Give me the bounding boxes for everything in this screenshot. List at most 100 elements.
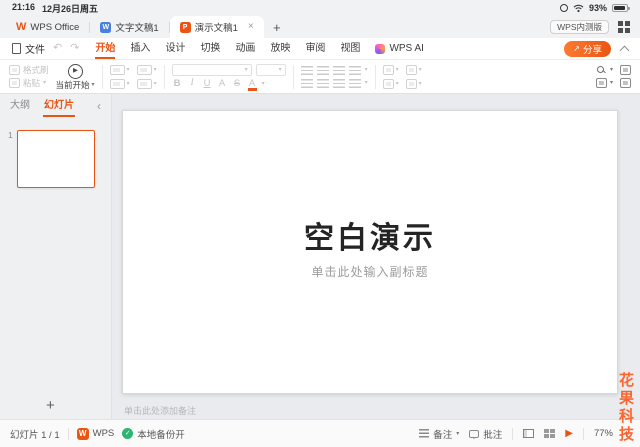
close-tab-icon[interactable]: × [248, 22, 254, 32]
ribbon-tab-design[interactable]: 设计 [165, 38, 185, 59]
format-painter-button[interactable]: 格式刷 [9, 65, 49, 75]
underline-button[interactable]: U [202, 79, 213, 89]
layout-button[interactable]: ▾ [136, 64, 157, 75]
toolbar-divider [101, 64, 103, 89]
wps-cloud-status[interactable]: W WPS [76, 427, 114, 440]
font-size-select[interactable]: ▾ [255, 64, 286, 77]
panel-icon [620, 78, 631, 88]
italic-button[interactable]: I [187, 79, 198, 89]
insert-textbox-button[interactable]: ▾ [382, 64, 399, 75]
caret-down-icon: ▾ [278, 67, 282, 74]
collapse-ribbon-icon[interactable] [619, 45, 630, 55]
caret-down-icon: ▾ [244, 67, 248, 74]
ribbon-tab-animation[interactable]: 动画 [235, 38, 255, 59]
slide-subtitle-placeholder[interactable]: 单击此处输入副标题 [123, 263, 617, 280]
number-list-icon[interactable] [316, 78, 329, 88]
picture-icon [382, 78, 394, 89]
slideshow-play-icon[interactable]: ▶ [565, 428, 573, 439]
font-color-button[interactable]: A [247, 79, 258, 91]
bullet-list-icon[interactable] [300, 78, 313, 88]
collapse-sidebar-icon[interactable]: ‹ [97, 100, 101, 112]
window-tab-bar: W WPS Office W 文字文稿1 P 演示文稿1 × + WPS内测版 [0, 16, 640, 38]
sidebar-tab-outline[interactable]: 大纲 [10, 101, 30, 111]
insert-shape-button[interactable]: ▾ [405, 64, 422, 75]
tab-label: 文字文稿1 [115, 23, 159, 34]
caret-down-icon: ▾ [364, 80, 368, 86]
status-bar: 幻灯片 1 / 1 W WPS ✓ 本地备份开 备注 ▾ 批注 ▶ 77% + [0, 419, 640, 447]
toolbar-divider [374, 64, 376, 89]
check-icon: ✓ [122, 428, 134, 439]
app-grid-icon[interactable] [618, 21, 630, 33]
find-button[interactable]: ▾ [596, 65, 613, 75]
caret-down-icon: ▾ [126, 80, 130, 87]
align-justify-icon[interactable] [348, 65, 361, 75]
line-spacing-icon[interactable] [332, 78, 345, 88]
caret-down-icon: ▾ [91, 82, 95, 88]
format-painter-icon [9, 65, 20, 75]
slide-counter: 幻灯片 1 / 1 [10, 429, 60, 441]
caret-down-icon: ▾ [395, 80, 399, 87]
slide-canvas-area: 空白演示 单击此处输入副标题 单击此处添加备注 [112, 94, 640, 419]
clock: 21:16 [12, 1, 36, 12]
tab-writer-document[interactable]: W 文字文稿1 [90, 16, 168, 38]
new-slide-button[interactable]: ▾ [109, 64, 130, 75]
channel-watermark: 花果科技 [617, 372, 634, 444]
undo-icon[interactable]: ↶ [53, 43, 62, 54]
reset-slide-button[interactable]: ▾ [109, 78, 130, 89]
ribbon-tab-slideshow[interactable]: 放映 [270, 38, 290, 59]
comments-button[interactable]: 批注 [469, 427, 502, 441]
align-center-icon[interactable] [316, 65, 329, 75]
file-menu-button[interactable]: 文件 [12, 41, 45, 56]
add-slide-button[interactable]: + [46, 398, 55, 413]
select-button[interactable]: ▾ [595, 78, 613, 88]
slide-canvas[interactable]: 空白演示 单击此处输入副标题 [122, 110, 618, 394]
notes-placeholder[interactable]: 单击此处添加备注 [124, 404, 196, 417]
notes-button[interactable]: 备注 ▾ [419, 427, 459, 441]
select-icon [595, 78, 607, 88]
slide-title[interactable]: 空白演示 [123, 213, 617, 257]
settings-button[interactable] [620, 65, 631, 75]
insert-table-button[interactable]: ▾ [405, 78, 422, 89]
notes-icon [419, 429, 430, 438]
more-tools-group [620, 65, 631, 88]
zoom-level[interactable]: 77% [594, 428, 613, 439]
tab-wps-office[interactable]: W WPS Office [6, 16, 89, 38]
ribbon-tab-home[interactable]: 开始 [95, 38, 116, 59]
wps-logo-icon: W [16, 20, 27, 33]
local-backup-status[interactable]: ✓ 本地备份开 [122, 427, 185, 441]
paste-icon [9, 78, 20, 88]
section-button[interactable]: ▾ [136, 78, 157, 89]
caret-down-icon: ▾ [261, 81, 265, 87]
ribbon-tab-insert[interactable]: 插入 [130, 38, 150, 59]
play-from-current-button[interactable]: ▶ 当前开始 ▾ [56, 63, 95, 90]
insert-picture-button[interactable]: ▾ [382, 78, 399, 89]
text-effects-button[interactable]: A [217, 79, 228, 89]
align-left-icon[interactable] [300, 65, 313, 75]
share-button[interactable]: ↗ 分享 [564, 40, 611, 57]
bold-button[interactable]: B [172, 79, 183, 89]
ribbon-tab-view[interactable]: 视图 [340, 38, 360, 59]
sidebar-tab-slides[interactable]: 幻灯片 [43, 101, 75, 117]
redo-icon[interactable]: ↷ [70, 43, 79, 54]
paste-button[interactable]: 粘贴 ▾ [9, 78, 49, 88]
tab-presentation-document[interactable]: P 演示文稿1 × [169, 16, 264, 38]
footer-divider [67, 427, 69, 440]
ribbon-tab-review[interactable]: 审阅 [305, 38, 325, 59]
panel-toggle-button[interactable] [620, 78, 631, 88]
find-group: ▾ ▾ [595, 65, 613, 88]
ribbon-tab-transition[interactable]: 切换 [200, 38, 220, 59]
font-family-select[interactable]: ▾ [171, 64, 252, 77]
indent-icon[interactable] [348, 78, 361, 88]
slide-layout-group: ▾ ▾ ▾ ▾ [109, 64, 157, 89]
wifi-icon [573, 4, 584, 12]
caret-down-icon: ▾ [126, 66, 130, 73]
ribbon-tab-wps-ai[interactable]: WPS AI [375, 38, 424, 59]
system-status-bar: 21:16 12月26日周五 93% [0, 0, 640, 16]
slide-thumbnail[interactable] [16, 130, 95, 188]
new-tab-button[interactable]: + [264, 16, 290, 38]
slide-sorter-view-icon[interactable] [544, 429, 556, 438]
align-right-icon[interactable] [332, 65, 345, 75]
normal-view-icon[interactable] [523, 429, 535, 438]
strikethrough-button[interactable]: S [232, 79, 243, 89]
beta-version-button[interactable]: WPS内测版 [550, 19, 609, 35]
